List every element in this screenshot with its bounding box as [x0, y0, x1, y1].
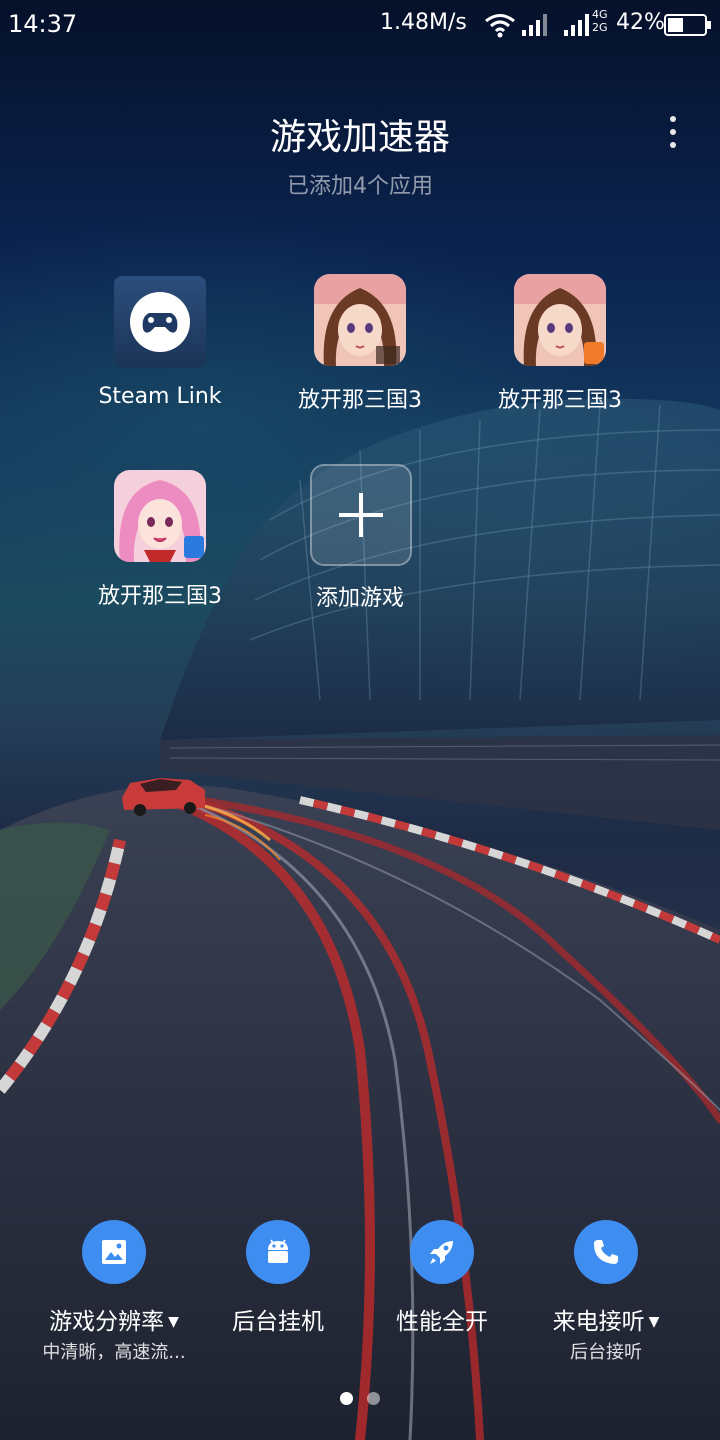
- app-tile-steam-link[interactable]: Steam Link: [60, 276, 260, 436]
- page-title: 游戏加速器: [269, 117, 450, 158]
- network-type-top: 4G: [592, 8, 608, 21]
- performance-label: 性能全开: [396, 1309, 488, 1335]
- more-options-button[interactable]: [654, 112, 692, 152]
- more-dot-icon: [670, 116, 676, 122]
- app-tile-game-1[interactable]: 放开那三国3: [260, 274, 460, 434]
- call-answer-value: 后台接听: [570, 1342, 642, 1363]
- app-tile-game-3[interactable]: 放开那三国3: [60, 470, 260, 630]
- tool-label: 来电接听 ▼: [516, 1302, 696, 1336]
- game-resolution-button[interactable]: 游戏分辨率 ▼ 中清晰，高速流...: [24, 1220, 204, 1370]
- page-indicator: [0, 1392, 720, 1405]
- resolution-value: 中清晰，高速流...: [42, 1342, 186, 1363]
- app-label: 放开那三国3: [498, 388, 622, 413]
- phone-icon: [574, 1220, 638, 1284]
- more-dot-icon: [670, 142, 676, 148]
- network-type: 4G 2G: [592, 8, 608, 34]
- background-idle-button[interactable]: 后台挂机: [188, 1220, 368, 1370]
- wifi-icon: [485, 14, 515, 38]
- more-dot-icon: [670, 129, 676, 135]
- network-speed: 1.48M/s: [380, 10, 467, 35]
- idle-label: 后台挂机: [232, 1309, 324, 1335]
- status-time: 14:37: [8, 10, 78, 38]
- add-game-label: 添加游戏: [315, 586, 404, 611]
- steam-link-icon: [114, 276, 206, 368]
- game-portrait-icon: [514, 274, 606, 366]
- game-portrait-icon: [314, 274, 406, 366]
- app-label: 放开那三国3: [298, 388, 422, 413]
- network-type-bottom: 2G: [592, 21, 608, 34]
- rocket-icon: [410, 1220, 474, 1284]
- android-icon: [246, 1220, 310, 1284]
- app-tile-game-2[interactable]: 放开那三国3: [460, 274, 660, 434]
- add-game-button[interactable]: 添加游戏: [260, 464, 460, 632]
- page-dot[interactable]: [367, 1392, 380, 1405]
- plus-icon: [310, 464, 412, 566]
- tool-label: 游戏分辨率 ▼: [24, 1302, 204, 1336]
- call-answer-label: 来电接听: [552, 1309, 645, 1335]
- signal-strength-secondary-icon: [564, 14, 589, 36]
- dropdown-caret-icon: ▼: [168, 1314, 179, 1330]
- app-label: Steam Link: [98, 384, 222, 409]
- battery-icon: [664, 14, 711, 36]
- call-answer-button[interactable]: 来电接听 ▼ 后台接听: [516, 1220, 696, 1370]
- app-count-subtitle: 已添加4个应用: [287, 174, 433, 199]
- signal-strength-icon: [522, 14, 547, 36]
- battery-percentage: 42%: [616, 10, 665, 35]
- resolution-label: 游戏分辨率: [49, 1309, 165, 1335]
- status-bar: 14:37 1.48M/s 4G 2G 42%: [0, 0, 720, 50]
- page-dot-active[interactable]: [340, 1392, 353, 1405]
- app-label: 放开那三国3: [98, 584, 222, 609]
- game-portrait-pink-icon: [114, 470, 206, 562]
- dropdown-caret-icon: ▼: [648, 1314, 660, 1330]
- full-performance-button[interactable]: 性能全开: [352, 1220, 532, 1370]
- image-icon: [82, 1220, 146, 1284]
